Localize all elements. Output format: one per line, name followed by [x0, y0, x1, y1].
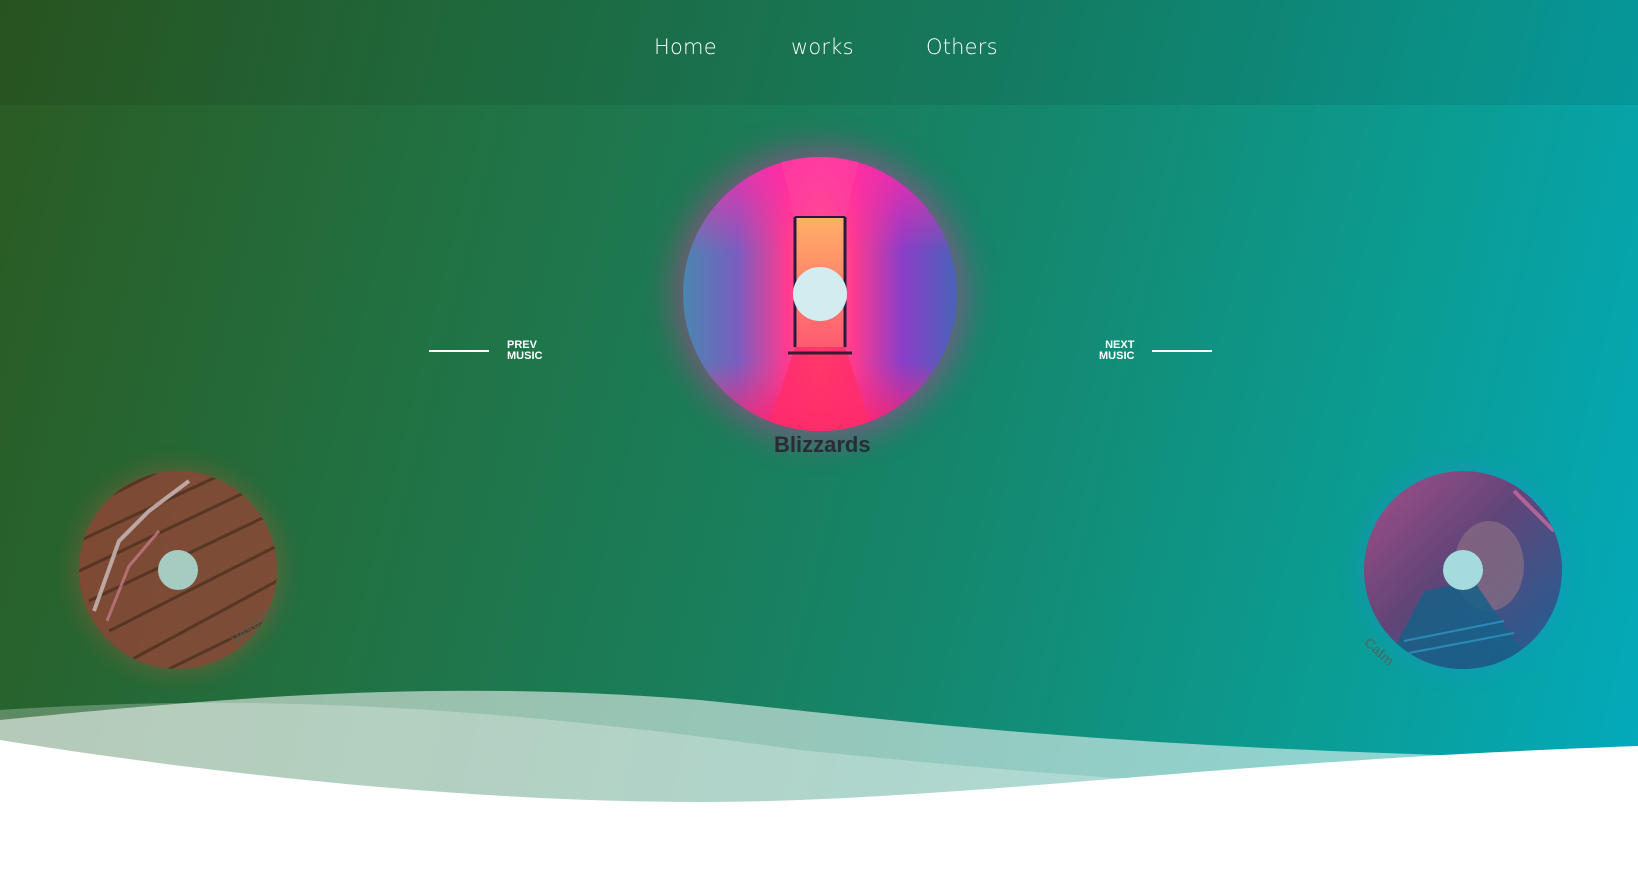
prev-label-line2: MUSIC	[507, 350, 543, 362]
next-music-button[interactable]: NEXT MUSIC	[1099, 340, 1213, 362]
top-navigation: Home works Others	[0, 0, 1638, 105]
horizontal-line-icon	[429, 350, 489, 352]
prev-music-button[interactable]: PREV MUSIC	[429, 340, 542, 362]
next-album-disc[interactable]	[1364, 471, 1562, 669]
nav-works-link[interactable]: works	[791, 35, 854, 59]
next-label-line2: MUSIC	[1099, 350, 1135, 362]
disc-center-hole	[793, 267, 847, 321]
nav-others-link[interactable]: Others	[926, 35, 998, 59]
bottom-wave-decoration	[0, 690, 1638, 881]
next-music-label: NEXT MUSIC	[1099, 340, 1134, 362]
disc-center-hole	[158, 550, 198, 590]
nav-home-link[interactable]: Home	[654, 35, 717, 59]
horizontal-line-icon	[1152, 350, 1213, 352]
current-album-disc[interactable]	[683, 157, 957, 431]
prev-music-label: PREV MUSIC	[507, 340, 542, 362]
disc-center-hole	[1443, 550, 1483, 590]
current-track-title: Blizzards	[774, 432, 871, 457]
